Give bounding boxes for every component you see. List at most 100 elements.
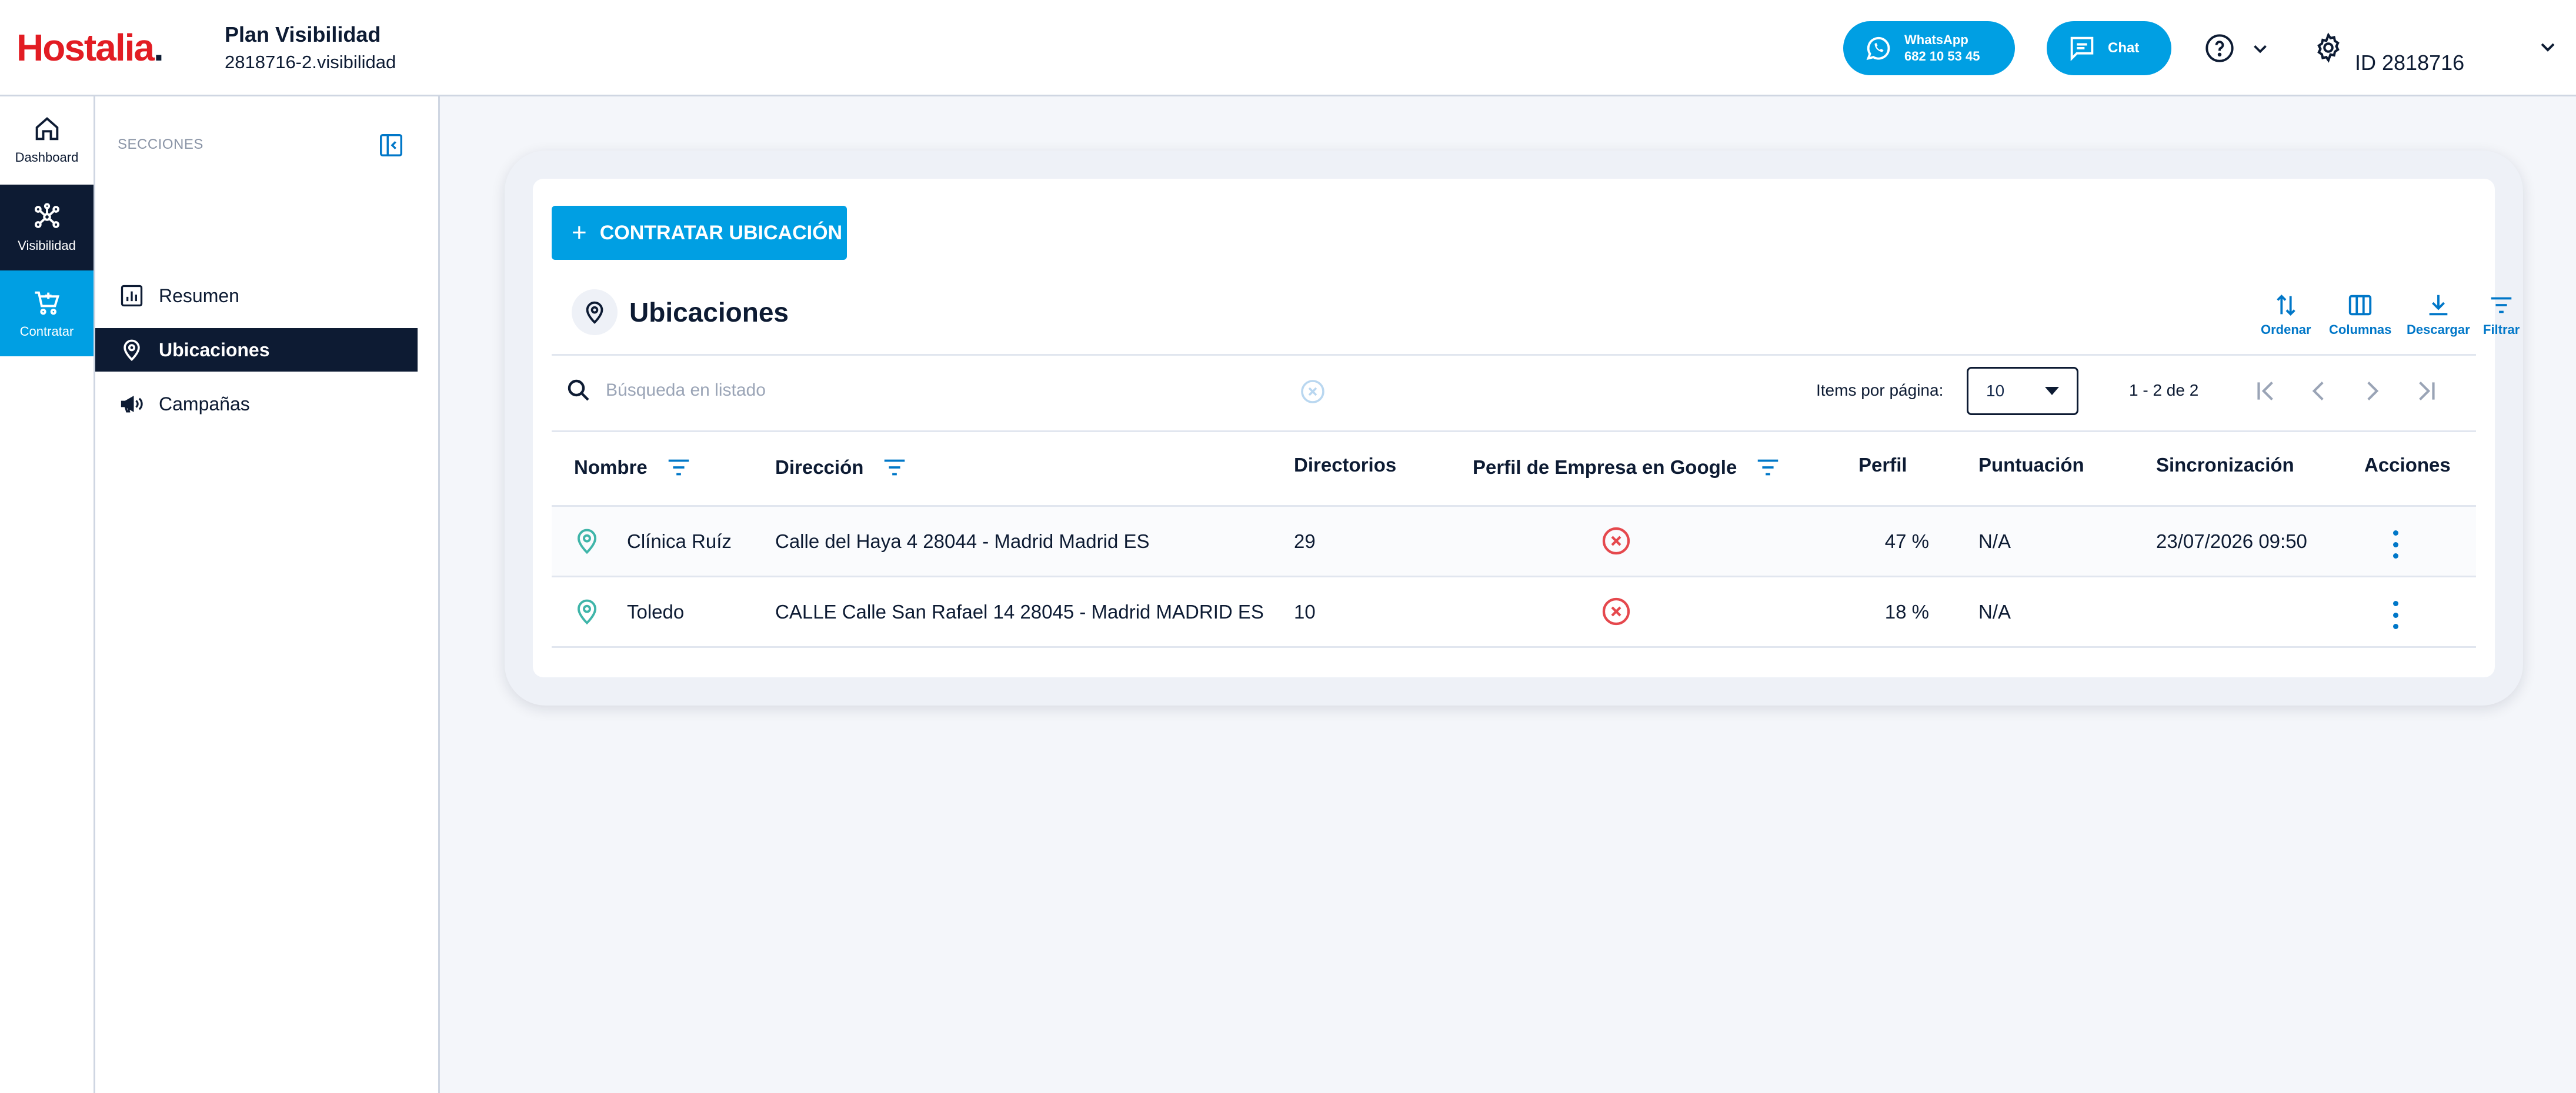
filter-button[interactable]: Filtrar	[2483, 292, 2520, 337]
top-bar: Hostalia. Plan Visibilidad 2818716-2.vis…	[0, 0, 2576, 96]
icon-rail: Dashboard Visibilidad Contratar	[0, 96, 95, 1093]
rail-label-dashboard: Dashboard	[15, 150, 79, 165]
sections-item-ubicaciones[interactable]: Ubicaciones	[95, 328, 418, 372]
last-page-icon[interactable]	[2411, 376, 2441, 406]
filter-icon[interactable]	[665, 454, 692, 481]
cell-sincronizacion: 23/07/2026 09:50	[2156, 530, 2307, 552]
cell-nombre[interactable]: Clínica Ruíz	[627, 507, 732, 576]
sections-item-resumen[interactable]: Resumen	[95, 274, 418, 317]
column-label-perfil: Perfil	[1858, 454, 1907, 476]
column-header-sincronizacion[interactable]: Sincronización	[2156, 454, 2294, 476]
column-label-direccion: Dirección	[775, 456, 864, 478]
row-divider	[552, 646, 2476, 648]
plan-subtitle: 2818716-2.visibilidad	[225, 52, 396, 72]
network-icon	[34, 203, 59, 228]
column-header-puntuacion[interactable]: Puntuación	[1978, 454, 2084, 476]
cell-directorios: 29	[1294, 530, 1316, 552]
column-header-acciones: Acciones	[2364, 454, 2451, 476]
location-pin-icon	[586, 301, 603, 324]
collapse-sidebar-icon[interactable]	[378, 132, 405, 159]
chat-button[interactable]: Chat	[2047, 21, 2171, 75]
sort-button[interactable]: Ordenar	[2261, 292, 2311, 337]
chart-icon	[121, 285, 143, 307]
table-row[interactable]: Clínica Ruíz Calle del Haya 4 28044 - Ma…	[552, 507, 2476, 577]
cell-directorios: 10	[1294, 600, 1316, 623]
columns-icon	[2349, 295, 2372, 316]
clear-search-icon[interactable]	[1299, 377, 1327, 406]
contract-location-button[interactable]: + CONTRATAR UBICACIÓN	[552, 206, 847, 260]
filter-icon	[2491, 297, 2512, 313]
error-circle-icon	[1602, 597, 1630, 626]
download-button[interactable]: Descargar	[2407, 292, 2470, 337]
home-icon	[35, 117, 58, 141]
location-pin-icon	[577, 599, 597, 625]
list-title-badge	[572, 289, 618, 335]
plus-icon: +	[572, 218, 587, 247]
cell-perfil: 47 %	[1884, 530, 1929, 552]
column-header-direccion[interactable]: Dirección	[775, 454, 908, 481]
whatsapp-icon	[1866, 36, 1890, 61]
megaphone-icon	[121, 396, 143, 413]
filter-label: Filtrar	[2483, 322, 2520, 337]
help-icon[interactable]	[2204, 33, 2235, 63]
filter-icon[interactable]	[1754, 454, 1781, 481]
cell-perfil: 18 %	[1884, 600, 1929, 623]
sections-item-campanas[interactable]: Campañas	[95, 382, 418, 426]
rail-item-visibilidad[interactable]: Visibilidad	[0, 185, 94, 270]
filter-icon[interactable]	[881, 454, 908, 481]
column-label-directorios: Directorios	[1294, 454, 1397, 476]
columns-button[interactable]: Columnas	[2329, 292, 2391, 337]
list-title: Ubicaciones	[629, 297, 789, 327]
sections-label-ubicaciones: Ubicaciones	[159, 339, 270, 360]
column-header-perfil-google[interactable]: Perfil de Empresa en Google	[1473, 454, 1781, 481]
main-card-frame: + CONTRATAR UBICACIÓN Ubicaciones Ordena…	[505, 151, 2523, 706]
download-label: Descargar	[2407, 322, 2470, 337]
search-icon	[568, 379, 589, 401]
column-label-acciones: Acciones	[2364, 454, 2451, 476]
plan-title: Plan Visibilidad	[225, 22, 381, 46]
chat-label: Chat	[2108, 40, 2140, 56]
items-per-page-value: 10	[1986, 382, 2005, 400]
search-divider	[552, 430, 2476, 432]
cell-nombre[interactable]: Toledo	[627, 577, 684, 646]
help-chevron-down-icon[interactable]	[2249, 38, 2271, 60]
rail-item-dashboard[interactable]: Dashboard	[0, 96, 94, 182]
sections-label-resumen: Resumen	[159, 285, 239, 306]
error-circle-icon	[1602, 527, 1630, 555]
brand-logo[interactable]: Hostalia.	[16, 26, 164, 69]
sections-label-campanas: Campañas	[159, 393, 250, 415]
column-label-perfil-google: Perfil de Empresa en Google	[1473, 456, 1737, 478]
sections-heading: SECCIONES	[118, 136, 203, 152]
column-header-directorios[interactable]: Directorios	[1294, 454, 1396, 476]
pagination-range: 1 - 2 de 2	[2129, 381, 2199, 399]
locations-card: + CONTRATAR UBICACIÓN Ubicaciones Ordena…	[533, 179, 2520, 677]
column-label-puntuacion: Puntuación	[1978, 454, 2084, 476]
column-header-perfil[interactable]: Perfil	[1858, 454, 1907, 476]
account-chevron-down-icon[interactable]	[2536, 35, 2560, 59]
whatsapp-button[interactable]: WhatsApp 682 10 53 45	[1843, 21, 2015, 75]
account-id[interactable]: ID 2818716	[2355, 51, 2464, 75]
toolbar-divider	[552, 354, 2476, 356]
cell-puntuacion: N/A	[1978, 530, 2011, 552]
column-header-nombre[interactable]: Nombre	[574, 454, 692, 481]
gear-icon[interactable]	[2313, 32, 2344, 63]
items-per-page-select[interactable]: 10	[1967, 367, 2078, 415]
table-row[interactable]: Toledo CALLE Calle San Rafael 14 28045 -…	[552, 577, 2476, 648]
brand-name: Hostalia	[16, 26, 155, 69]
first-page-icon[interactable]	[2251, 376, 2281, 406]
row-actions-menu-icon[interactable]	[2390, 601, 2401, 629]
rail-label-visibilidad: Visibilidad	[18, 238, 76, 253]
search-input[interactable]	[606, 373, 1253, 408]
whatsapp-number: 682 10 53 45	[1904, 49, 1980, 63]
previous-page-icon[interactable]	[2304, 376, 2334, 406]
rail-item-contratar[interactable]: Contratar	[0, 270, 94, 356]
cell-puntuacion: N/A	[1978, 600, 2011, 623]
chat-icon	[2070, 36, 2094, 62]
row-actions-menu-icon[interactable]	[2390, 530, 2401, 559]
next-page-icon[interactable]	[2357, 376, 2387, 406]
location-pin-icon	[577, 529, 597, 554]
contract-location-label: CONTRATAR UBICACIÓN	[599, 221, 843, 244]
cart-icon	[34, 291, 59, 315]
items-per-page-label: Items por página:	[1816, 381, 1944, 399]
sort-label: Ordenar	[2261, 322, 2311, 337]
